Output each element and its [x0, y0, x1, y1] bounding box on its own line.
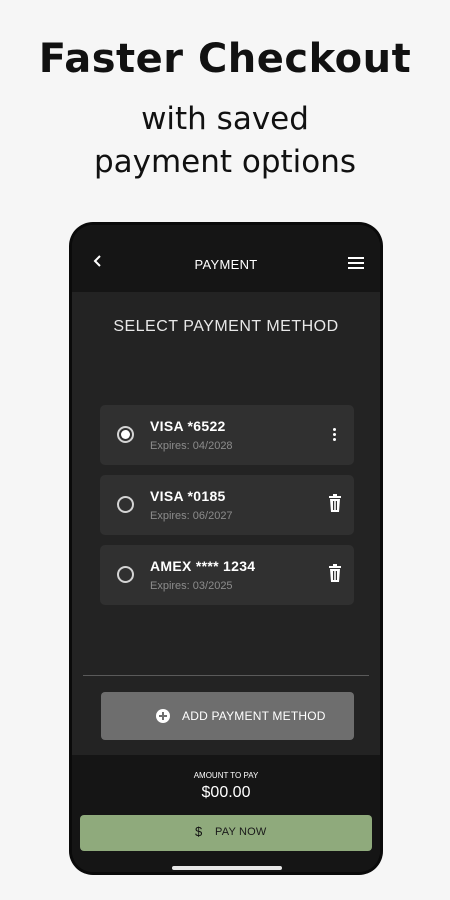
payment-method-card[interactable]: VISA *6522 Expires: 04/2028: [100, 405, 354, 465]
promo-title: Faster Checkout: [38, 36, 412, 82]
home-indicator: [172, 866, 282, 870]
radio-unselected[interactable]: [117, 566, 134, 583]
amount-label: AMOUNT TO PAY: [193, 771, 259, 780]
promo-subtitle-line2: payment options: [93, 144, 357, 180]
amount-value: $00.00: [201, 784, 251, 801]
hamburger-menu-icon[interactable]: [348, 257, 364, 269]
promo-subtitle: with saved payment options: [0, 98, 450, 184]
card-expiry: Expires: 06/2027: [150, 510, 233, 522]
pay-now-button[interactable]: $ PAY NOW: [80, 815, 372, 851]
radio-selected[interactable]: [117, 426, 134, 443]
promo-subtitle-line1: with saved: [141, 101, 309, 137]
section-title: SELECT PAYMENT METHOD: [113, 318, 339, 335]
divider: [83, 675, 369, 676]
checkout-footer: AMOUNT TO PAY $00.00 $ PAY NOW: [72, 755, 380, 872]
dollar-icon: $: [195, 824, 203, 839]
plus-circle-icon: [156, 709, 170, 723]
card-expiry: Expires: 03/2025: [150, 580, 233, 592]
app-screen: PAYMENT SELECT PAYMENT METHOD VISA *6522…: [72, 225, 380, 872]
card-name: VISA *0185: [150, 488, 226, 504]
phone-frame: PAYMENT SELECT PAYMENT METHOD VISA *6522…: [69, 222, 383, 875]
page-title: PAYMENT: [194, 257, 258, 272]
card-expiry: Expires: 04/2028: [150, 440, 233, 452]
radio-unselected[interactable]: [117, 496, 134, 513]
trash-icon[interactable]: [326, 564, 344, 584]
card-name: AMEX **** 1234: [150, 558, 256, 574]
top-bar: PAYMENT: [72, 225, 380, 292]
payment-method-card[interactable]: VISA *0185 Expires: 06/2027: [100, 475, 354, 535]
trash-icon-glyph: [329, 494, 341, 512]
add-payment-method-label: ADD PAYMENT METHOD: [182, 709, 326, 723]
card-name: VISA *6522: [150, 418, 226, 434]
trash-icon[interactable]: [326, 494, 344, 514]
more-vertical-icon[interactable]: [326, 424, 344, 444]
pay-now-label: PAY NOW: [215, 826, 267, 838]
trash-icon-glyph: [329, 564, 341, 582]
add-payment-method-button[interactable]: ADD PAYMENT METHOD: [101, 692, 354, 740]
payment-method-card[interactable]: AMEX **** 1234 Expires: 03/2025: [100, 545, 354, 605]
